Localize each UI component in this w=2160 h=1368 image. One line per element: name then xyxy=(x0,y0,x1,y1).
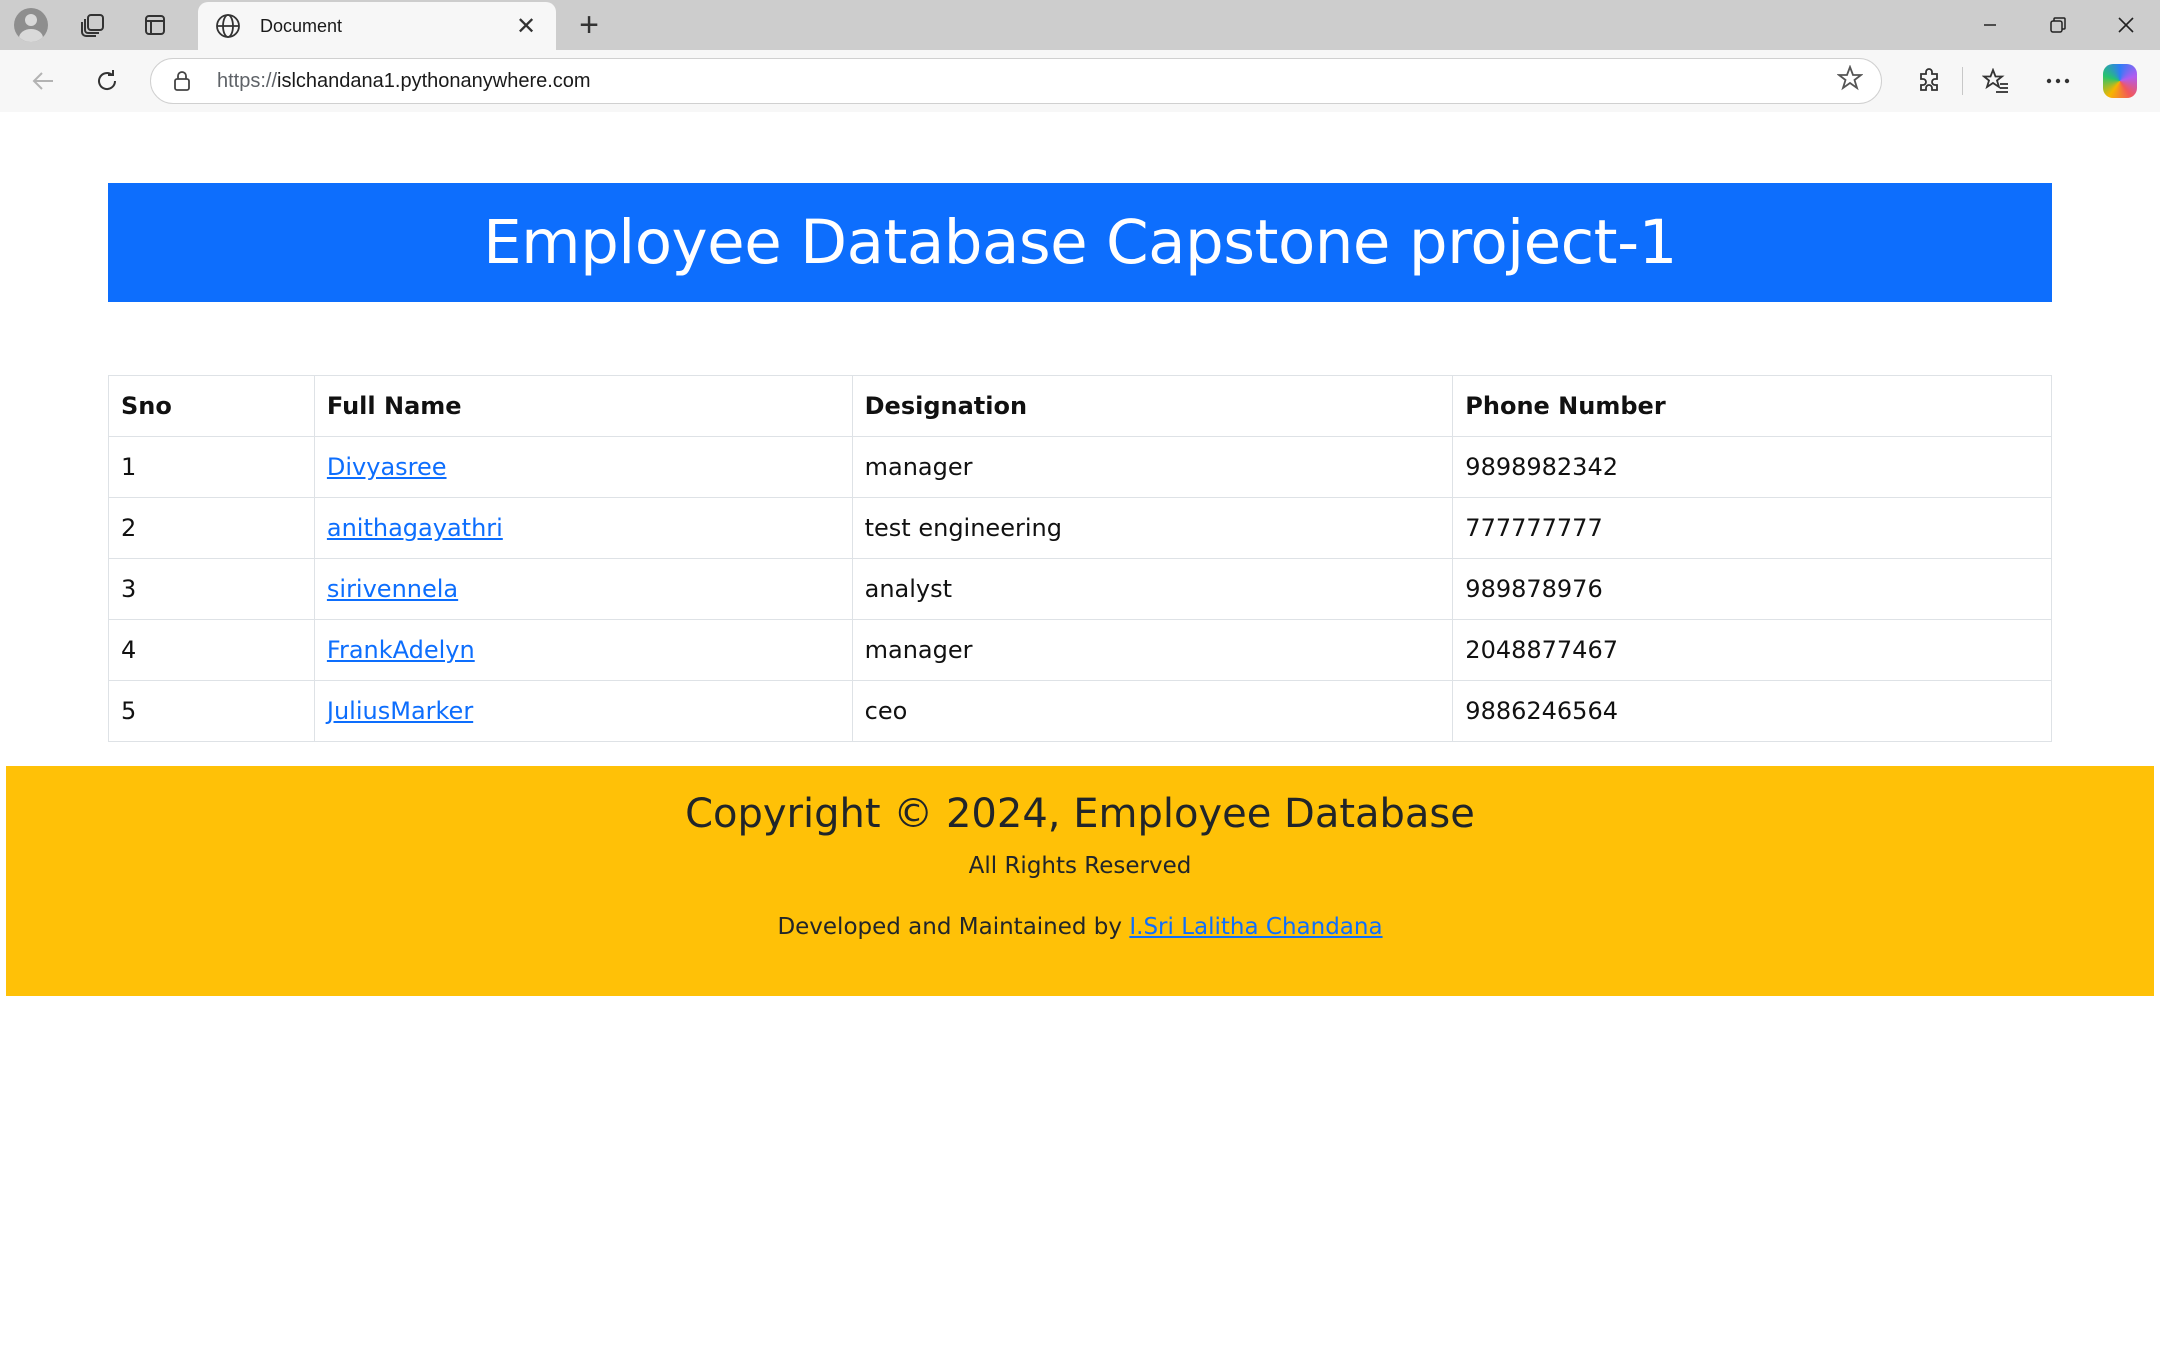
extensions-icon[interactable] xyxy=(1898,50,1960,112)
cell-sno: 4 xyxy=(108,619,315,681)
page-footer: Copyright © 2024, Employee Database All … xyxy=(6,766,2154,996)
plus-icon[interactable]: + xyxy=(568,0,610,50)
favorites-icon[interactable] xyxy=(1965,50,2027,112)
close-icon[interactable]: ✕ xyxy=(512,12,540,41)
column-header-full-name: Full Name xyxy=(313,375,853,437)
cell-designation: manager xyxy=(851,619,1454,681)
cell-phone: 777777777 xyxy=(1452,497,2052,559)
column-header-phone-number: Phone Number xyxy=(1452,375,2052,437)
toolbar-divider xyxy=(1962,67,1963,95)
employee-name-link[interactable]: FrankAdelyn xyxy=(327,636,475,664)
minimize-icon[interactable] xyxy=(1956,0,2024,50)
url-text[interactable]: https://islchandana1.pythonanywhere.com xyxy=(217,70,1837,93)
page-header: Employee Database Capstone project-1 xyxy=(108,183,2052,302)
refresh-icon[interactable] xyxy=(76,50,138,112)
address-bar[interactable]: https://islchandana1.pythonanywhere.com xyxy=(150,58,1882,104)
cell-sno: 3 xyxy=(108,558,315,620)
footer-developed-prefix: Developed and Maintained by xyxy=(777,914,1123,940)
url-host: islchandana1.pythonanywhere.com xyxy=(277,69,591,92)
table-row: 2 anithagayathri test engineering 777777… xyxy=(108,497,2052,559)
tab-title: Document xyxy=(260,15,343,36)
cell-designation: manager xyxy=(851,436,1454,498)
browser-titlebar: Document ✕ + xyxy=(0,0,2160,50)
cell-designation: ceo xyxy=(851,680,1454,742)
profile-button[interactable] xyxy=(0,0,62,50)
browser-toolbar: https://islchandana1.pythonanywhere.com xyxy=(0,50,2160,112)
table-row: 1 Divyasree manager 9898982342 xyxy=(108,436,2052,498)
workspaces-button[interactable] xyxy=(62,0,124,50)
employee-name-link[interactable]: Divyasree xyxy=(327,453,447,481)
cell-full-name: FrankAdelyn xyxy=(313,619,853,681)
cell-phone: 989878976 xyxy=(1452,558,2052,620)
cell-designation: test engineering xyxy=(851,497,1454,559)
restore-icon[interactable] xyxy=(2024,0,2092,50)
tab-actions-icon xyxy=(145,15,165,35)
table-row: 5 JuliusMarker ceo 9886246564 xyxy=(108,680,2052,742)
employee-table: Sno Full Name Designation Phone Number 1… xyxy=(108,375,2052,742)
tab-actions-button[interactable] xyxy=(124,0,186,50)
table-row: 3 sirivennela analyst 989878976 xyxy=(108,558,2052,620)
cell-phone: 2048877467 xyxy=(1452,619,2052,681)
back-icon[interactable] xyxy=(12,50,74,112)
employee-name-link[interactable]: JuliusMarker xyxy=(327,697,473,725)
browser-tab-document[interactable]: Document ✕ xyxy=(198,2,556,50)
footer-rights: All Rights Reserved xyxy=(968,853,1192,879)
url-protocol: https:// xyxy=(217,69,278,92)
copilot-icon xyxy=(2103,64,2137,98)
copilot-button[interactable] xyxy=(2089,50,2151,112)
table-header-row: Sno Full Name Designation Phone Number xyxy=(108,375,2052,437)
cell-phone: 9886246564 xyxy=(1452,680,2052,742)
star-icon[interactable] xyxy=(1836,63,1864,98)
cell-full-name: anithagayathri xyxy=(313,497,853,559)
developer-name-link[interactable]: I.Sri Lalitha Chandana xyxy=(1129,914,1382,940)
more-icon[interactable] xyxy=(2027,50,2089,112)
cell-full-name: Divyasree xyxy=(313,436,853,498)
footer-developer-line: Developed and Maintained by I.Sri Lalith… xyxy=(6,914,2154,940)
page-title: Employee Database Capstone project-1 xyxy=(483,207,1677,278)
employee-name-link[interactable]: anithagayathri xyxy=(327,514,503,542)
profile-avatar-icon xyxy=(14,8,48,42)
cell-sno: 2 xyxy=(108,497,315,559)
toolbar-right-icons xyxy=(1898,50,2151,112)
column-header-designation: Designation xyxy=(851,375,1454,437)
column-header-sno: Sno xyxy=(108,375,315,437)
window-controls xyxy=(1956,0,2160,50)
cell-phone: 9898982342 xyxy=(1452,436,2052,498)
workspaces-icon xyxy=(81,14,104,37)
cell-full-name: sirivennela xyxy=(313,558,853,620)
table-row: 4 FrankAdelyn manager 2048877467 xyxy=(108,619,2052,681)
globe-icon xyxy=(214,12,242,40)
lock-icon[interactable] xyxy=(169,68,195,94)
cell-sno: 5 xyxy=(108,680,315,742)
cell-sno: 1 xyxy=(108,436,315,498)
cell-designation: analyst xyxy=(851,558,1454,620)
cell-full-name: JuliusMarker xyxy=(313,680,853,742)
footer-copyright: Copyright © 2024, Employee Database xyxy=(685,791,1475,837)
page-viewport: Employee Database Capstone project-1 Sno… xyxy=(6,112,2154,1362)
window-close-icon[interactable] xyxy=(2092,0,2160,50)
employee-name-link[interactable]: sirivennela xyxy=(327,575,458,603)
